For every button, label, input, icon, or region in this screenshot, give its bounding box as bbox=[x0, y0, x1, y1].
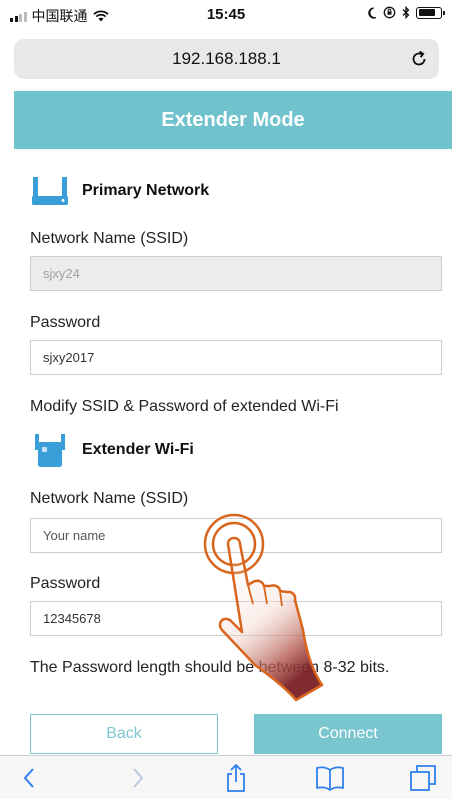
status-right bbox=[366, 6, 445, 19]
primary-network-title: Primary Network bbox=[82, 182, 210, 199]
extender-wifi-title: Extender Wi-Fi bbox=[82, 441, 194, 458]
extender-wifi-heading: Extender Wi-Fi bbox=[30, 433, 194, 467]
orientation-lock-icon bbox=[383, 6, 396, 19]
extender-icon bbox=[30, 433, 70, 467]
connect-button[interactable]: Connect bbox=[254, 714, 442, 754]
reload-icon[interactable] bbox=[405, 45, 433, 73]
battery-icon bbox=[416, 6, 445, 19]
modify-note: Modify SSID & Password of extended Wi-Fi bbox=[30, 398, 339, 415]
bookmarks-icon[interactable] bbox=[313, 762, 347, 794]
browser-toolbar bbox=[0, 755, 452, 799]
password-hint: The Password length should be between 8-… bbox=[30, 659, 390, 676]
extender-password-label: Password bbox=[30, 575, 101, 592]
page-header: Extender Mode bbox=[14, 91, 452, 149]
primary-password-label: Password bbox=[30, 314, 101, 331]
extender-password-field[interactable] bbox=[30, 601, 442, 636]
primary-password-field[interactable] bbox=[30, 340, 442, 375]
url-text[interactable]: 192.168.188.1 bbox=[14, 49, 439, 69]
primary-ssid-label: Network Name (SSID) bbox=[30, 230, 189, 247]
bluetooth-icon bbox=[402, 6, 410, 19]
page-title: Extender Mode bbox=[161, 109, 305, 131]
share-icon[interactable] bbox=[219, 762, 253, 794]
forward-arrow-icon[interactable] bbox=[121, 762, 155, 794]
status-bar: 中国联通 15:45 bbox=[0, 0, 452, 28]
router-icon bbox=[30, 174, 70, 208]
moon-icon bbox=[368, 6, 377, 19]
primary-network-heading: Primary Network bbox=[30, 174, 209, 208]
url-bar[interactable]: 192.168.188.1 bbox=[14, 39, 439, 79]
primary-ssid-field[interactable] bbox=[30, 256, 442, 291]
extender-ssid-field[interactable] bbox=[30, 518, 442, 553]
extender-ssid-label: Network Name (SSID) bbox=[30, 490, 189, 507]
back-button[interactable]: Back bbox=[30, 714, 218, 754]
back-arrow-icon[interactable] bbox=[12, 762, 46, 794]
tabs-icon[interactable] bbox=[406, 762, 440, 794]
